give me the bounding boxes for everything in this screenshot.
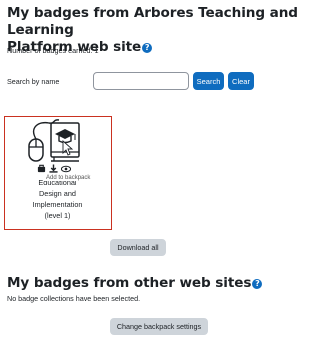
change-backpack-settings-button[interactable]: Change backpack settings: [110, 318, 208, 335]
download-all-button[interactable]: Download all: [110, 239, 166, 256]
question-circle-icon[interactable]: ?: [252, 279, 263, 289]
question-circle-icon[interactable]: ?: [142, 43, 153, 53]
badge-name-line: (level 1): [44, 211, 71, 220]
view-icon[interactable]: [61, 165, 71, 173]
backpack-icon[interactable]: [37, 164, 46, 173]
no-collections-text: No badge collections have been selected.: [7, 294, 141, 303]
clear-button[interactable]: Clear: [228, 72, 254, 90]
search-input[interactable]: [93, 72, 189, 90]
badge-name[interactable]: Educational Design and Implementation (l…: [5, 177, 110, 221]
badge-card[interactable]: Educational Design and Implementation (l…: [4, 116, 112, 230]
add-to-backpack-tooltip: Add to backpack: [44, 175, 93, 181]
download-icon[interactable]: [49, 164, 58, 173]
badge-name-line: Design and: [39, 189, 76, 198]
badge-mouse-book-icon[interactable]: [23, 119, 93, 167]
badge-count: Number of badges earned: 1: [7, 46, 99, 55]
local-badges-title-line1: My badges from Arbores Teaching and Lear…: [7, 5, 298, 38]
badge-name-line: Implementation: [32, 200, 83, 209]
external-badges-title: My badges from other web sites: [7, 275, 252, 291]
search-button[interactable]: Search: [193, 72, 224, 90]
search-label: Search by name: [7, 77, 60, 86]
external-badges-heading: My badges from other web sites?: [7, 275, 263, 292]
